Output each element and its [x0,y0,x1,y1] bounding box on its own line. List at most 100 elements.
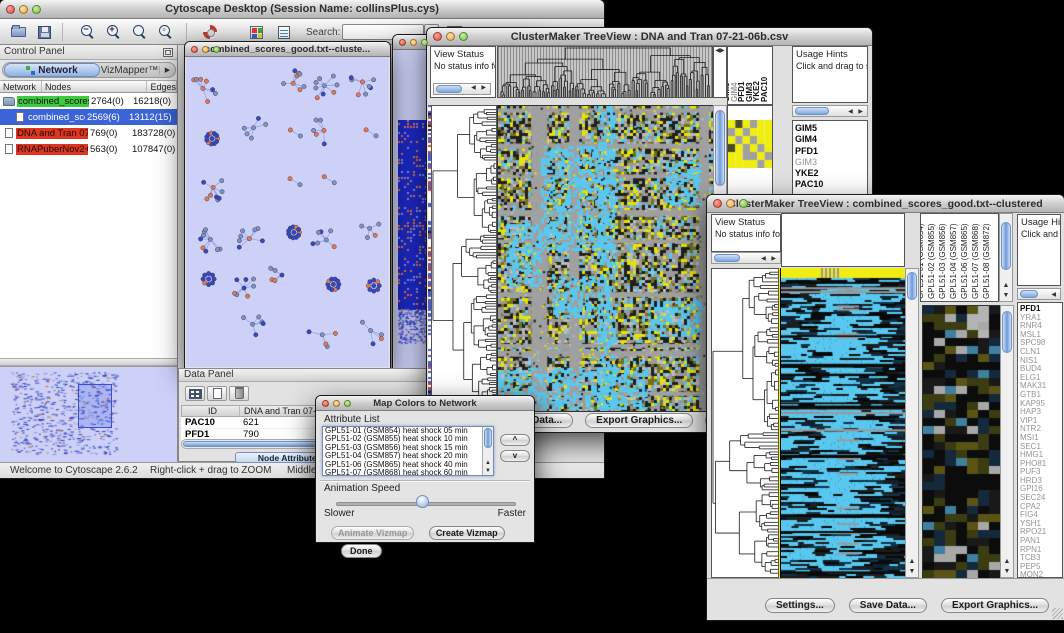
scroll-up-icon[interactable]: ▲ [1001,557,1013,567]
close-icon[interactable] [322,400,329,407]
open-session-button[interactable] [8,23,28,41]
column-label[interactable]: GPL51-04 (GSM857) [950,223,958,299]
help-button[interactable] [200,23,220,41]
scroll-thumb[interactable] [1020,290,1038,298]
gene-list-item[interactable]: YKE2 [795,168,865,179]
global-heatmap[interactable] [781,268,905,578]
row-dendrogram[interactable] [431,105,497,410]
close-icon[interactable] [191,46,198,53]
delete-attribute-button[interactable] [229,386,249,401]
zoom-in-button[interactable]: + [104,23,124,41]
scroll-arrows-icon[interactable]: ◀ ▶ [471,83,490,95]
zoom-fit-button[interactable] [130,23,150,41]
more-tabs-arrow[interactable]: ▶ [159,66,175,74]
birdseye-view[interactable] [0,366,177,462]
heatmap-vscrollbar[interactable]: ▲▼ [905,268,919,578]
tab-vizmapper[interactable]: VizMapper™ [100,65,159,76]
move-down-button[interactable]: v [500,450,530,462]
scroll-up-icon[interactable]: ▲ [483,459,493,467]
treeview-button[interactable]: Export Graphics... [941,598,1049,613]
zoom-window-icon[interactable] [459,32,468,41]
minimize-icon[interactable] [446,32,455,41]
zoom-window-icon[interactable] [739,199,748,208]
float-panel-icon[interactable] [163,48,173,57]
column-label[interactable]: GPL51-06 (GSM865) [961,223,969,299]
column-label[interactable]: GPL51-01 (GSM854) [920,223,925,299]
scroll-up-icon[interactable]: ▲ [1000,281,1012,291]
gene-list-item[interactable]: GIM5 [795,123,865,134]
gene-list-item[interactable]: GIM4 [795,134,865,145]
zoom-window-icon[interactable] [32,5,41,14]
new-attribute-button[interactable] [207,386,227,401]
scroll-thumb[interactable] [1002,311,1012,353]
labels-vscrollbar[interactable]: ▲▼ [999,213,1013,302]
scroll-thumb[interactable] [795,107,829,115]
scroll-down-icon[interactable]: ▼ [906,567,918,577]
scroll-thumb[interactable] [436,85,462,93]
zoom-window-icon[interactable] [213,46,220,53]
zoom-window-icon[interactable] [421,39,428,46]
save-session-button[interactable] [34,23,54,41]
column-id[interactable]: ID [182,406,240,416]
scroll-thumb[interactable] [715,110,725,186]
speed-slider-thumb[interactable] [416,495,429,508]
close-icon[interactable] [6,5,15,14]
network-table-row[interactable]: RNAPuberNov2+ 563(0) 107847(0) [0,141,177,157]
animate-vizmap-button[interactable]: Animate Vizmap [331,526,414,540]
zoom-heatmap[interactable] [728,120,772,168]
zoom-vscrollbar[interactable]: ▲▼ [1000,305,1014,578]
gene-list-item[interactable]: PAC10 [795,179,865,190]
attribute-select-button[interactable] [185,386,205,401]
listbox-scrollbar[interactable]: ▲▼ [482,427,493,475]
minimize-icon[interactable] [202,46,209,53]
status-scrollbar[interactable]: ◀ ▶ [433,83,491,95]
column-header[interactable]: Nodes [42,81,147,92]
column-label[interactable]: GPL51-07 (GSM868) [972,223,980,299]
vizmapper-button[interactable] [246,23,266,41]
hints-scrollbar[interactable]: ◀ ▶ [792,105,868,117]
treeview-button[interactable]: Export Graphics... [585,413,693,428]
zoom-window-icon[interactable] [344,400,351,407]
close-icon[interactable] [433,32,442,41]
done-button[interactable]: Done [341,544,382,558]
column-label[interactable]: GPL51-08 (GSM872) [983,223,991,299]
zoom-out-button[interactable]: − [78,23,98,41]
hints-scrollbar[interactable]: ◀ [1017,288,1061,300]
network-table-row[interactable]: combined_sco 2569(6) 13112(15) [0,109,177,125]
column-dendrogram[interactable] [497,46,713,98]
minimize-icon[interactable] [726,199,735,208]
network-table-row[interactable]: combined_scores 2764(0) 16218(0) [0,93,177,109]
column-header[interactable]: Edges [147,81,177,92]
scroll-thumb[interactable] [907,272,917,300]
close-icon[interactable] [399,39,406,46]
scroll-thumb[interactable] [1001,222,1011,270]
annotation-button[interactable] [274,23,294,41]
scroll-arrows-icon[interactable]: ◀ [1051,291,1060,298]
zoom-region-button[interactable]: ▫ [156,23,176,41]
tab-network[interactable]: Network [4,63,100,77]
treeview-button[interactable]: Settings... [765,598,835,613]
network-canvas[interactable] [186,57,389,367]
panel-splitter[interactable] [0,358,177,366]
close-icon[interactable] [713,199,722,208]
birdseye-viewport-rect[interactable] [78,384,112,428]
scroll-down-icon[interactable]: ▼ [1001,567,1013,577]
scroll-up-icon[interactable]: ▲ [906,557,918,567]
scroll-thumb[interactable] [714,254,740,262]
network-table-row[interactable]: DNA and Tran 07 769(0) 183728(0) [0,125,177,141]
attribute-item[interactable]: GPL51-07 (GSM868) heat shock 60 min [323,469,493,476]
column-label[interactable]: PAC10 [761,77,769,102]
status-scrollbar[interactable]: ◀ ▶ [711,252,781,264]
scroll-thumb[interactable] [484,428,492,448]
treeview-button[interactable]: Save Data... [849,598,927,613]
minimize-icon[interactable] [333,400,340,407]
gene-list-item[interactable]: GIM3 [795,157,865,168]
minimize-icon[interactable] [410,39,417,46]
gene-list-item[interactable]: MON2 [1020,571,1060,578]
column-label[interactable]: GPL51-03 (GSM856) [939,223,947,299]
minimize-icon[interactable] [19,5,28,14]
column-header[interactable]: Network [0,81,42,92]
create-vizmap-button[interactable]: Create Vizmap [429,526,505,540]
scroll-down-icon[interactable]: ▼ [483,467,493,475]
gene-list-item[interactable]: PFD1 [795,146,865,157]
